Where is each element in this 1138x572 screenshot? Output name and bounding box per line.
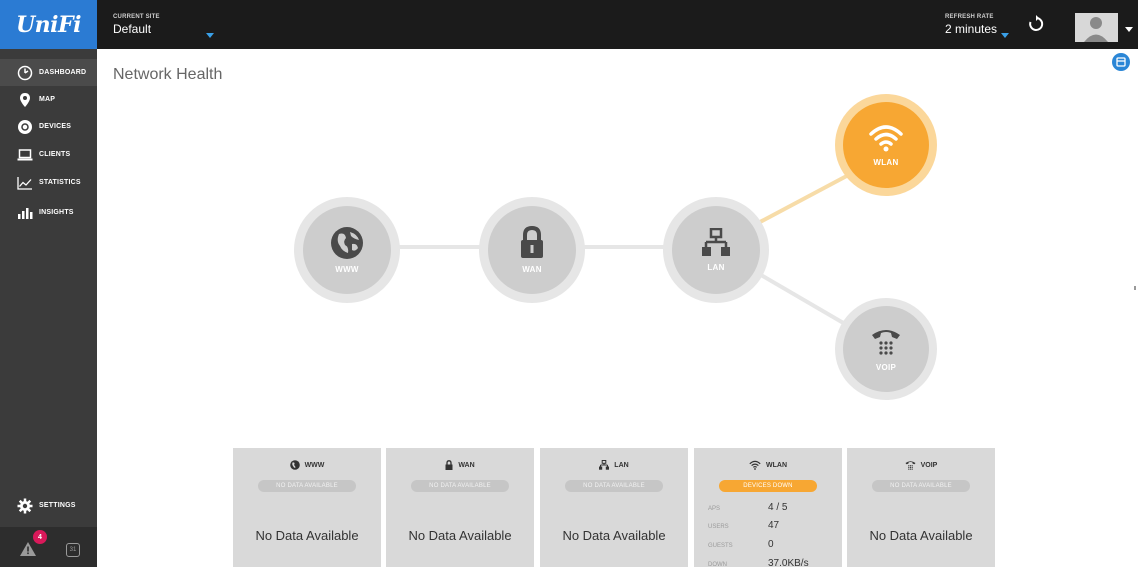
status-badge: DEVICES DOWN xyxy=(719,480,817,492)
card-title: WLAN xyxy=(766,461,787,469)
stat-value: 0 xyxy=(768,539,774,550)
node-label: VOIP xyxy=(875,363,897,372)
stat-row: USERS 47 xyxy=(708,520,828,534)
phone-icon xyxy=(872,330,900,355)
sidebar-footer: 4 31 xyxy=(0,527,97,567)
card-lan[interactable]: LAN NO DATA AVAILABLE No Data Available xyxy=(540,448,688,567)
alert-count-badge: 4 xyxy=(33,530,47,544)
card-header: LAN xyxy=(540,460,688,470)
stat-value: 47 xyxy=(768,520,780,531)
node-label: WAN xyxy=(522,265,542,274)
stat-row: GUESTS 0 xyxy=(708,539,828,553)
avatar[interactable] xyxy=(1075,13,1118,42)
status-badge: NO DATA AVAILABLE xyxy=(258,480,356,492)
node-label: WLAN xyxy=(873,158,899,167)
sidebar-item-label: DEVICES xyxy=(39,123,72,130)
sidebar-item-clients[interactable]: CLIENTS xyxy=(0,141,97,168)
stat-value: 4 / 5 xyxy=(768,502,788,513)
stat-value: 37.0KB/s xyxy=(768,558,809,569)
sidebar-item-label: SETTINGS xyxy=(39,502,76,509)
devices-icon xyxy=(18,119,32,134)
globe-icon xyxy=(331,227,363,259)
site-selector[interactable]: CURRENT SITE Default xyxy=(113,14,160,36)
sidebar-item-label: DASHBOARD xyxy=(39,69,87,76)
sidebar-item-map[interactable]: MAP xyxy=(0,86,97,113)
alert-icon[interactable] xyxy=(20,542,36,556)
user-silhouette-icon xyxy=(1075,13,1118,42)
card-voip[interactable]: VOIP NO DATA AVAILABLE No Data Available xyxy=(847,448,995,567)
stat-key: DOWN xyxy=(708,562,727,568)
site-label: CURRENT SITE xyxy=(113,14,160,20)
stat-row: DOWN 37.0KB/s xyxy=(708,558,828,572)
refresh-value[interactable]: 2 minutes xyxy=(945,22,997,36)
card-header: WWW xyxy=(233,460,381,470)
card-body-text: No Data Available xyxy=(869,528,973,543)
sidebar: DASHBOARD MAP DEVICES CLIENTS STATISTICS… xyxy=(0,49,97,567)
sidebar-item-label: STATISTICS xyxy=(39,179,81,186)
lock-icon xyxy=(521,226,543,258)
line-chart-icon xyxy=(17,176,32,190)
sidebar-item-devices[interactable]: DEVICES xyxy=(0,113,97,140)
bar-chart-icon xyxy=(18,207,33,219)
node-lan[interactable]: LAN xyxy=(663,197,769,303)
network-icon xyxy=(702,228,730,256)
node-www[interactable]: WWW xyxy=(294,197,400,303)
logo-text: UniFi xyxy=(15,11,82,38)
refresh-label: REFRESH RATE xyxy=(945,14,994,20)
card-title: VOIP xyxy=(920,461,938,469)
sidebar-item-settings[interactable]: SETTINGS xyxy=(0,492,97,519)
card-title: WWW xyxy=(304,461,325,469)
calendar-day: 31 xyxy=(69,547,77,553)
laptop-icon xyxy=(17,148,33,160)
top-bar: UniFi CURRENT SITE Default REFRESH RATE … xyxy=(0,0,1138,49)
card-body-text: No Data Available xyxy=(255,528,359,543)
map-pin-icon xyxy=(20,92,30,107)
card-body-text: No Data Available xyxy=(408,528,512,543)
chevron-down-icon[interactable] xyxy=(1001,33,1009,38)
card-title: WAN xyxy=(458,461,475,469)
gear-icon xyxy=(17,498,33,513)
sidebar-item-label: MAP xyxy=(39,96,56,103)
node-label: WWW xyxy=(335,265,359,274)
card-header: WAN xyxy=(386,460,534,470)
globe-icon xyxy=(289,460,300,470)
node-voip[interactable]: VOIP xyxy=(835,298,937,400)
stat-key: GUESTS xyxy=(708,543,733,549)
dashboard-icon xyxy=(17,65,33,80)
unifi-logo[interactable]: UniFi xyxy=(0,0,97,49)
stat-key: USERS xyxy=(708,524,729,530)
phone-icon xyxy=(905,461,916,470)
stat-row: APS 4 / 5 xyxy=(708,502,828,516)
network-health-graph xyxy=(344,152,890,351)
sidebar-item-statistics[interactable]: STATISTICS xyxy=(0,169,97,196)
chevron-down-icon[interactable] xyxy=(1125,27,1133,32)
card-wan[interactable]: WAN NO DATA AVAILABLE No Data Available xyxy=(386,448,534,567)
sidebar-item-insights[interactable]: INSIGHTS xyxy=(0,199,97,226)
card-header: WLAN xyxy=(694,460,842,470)
refresh-rate-selector[interactable]: REFRESH RATE 2 minutes xyxy=(945,14,997,36)
card-header: VOIP xyxy=(847,460,995,470)
card-title: LAN xyxy=(614,461,629,469)
node-label: LAN xyxy=(707,263,725,272)
status-badge: NO DATA AVAILABLE xyxy=(565,480,663,492)
chevron-down-icon[interactable] xyxy=(206,33,214,38)
wifi-icon xyxy=(749,460,761,470)
card-wlan[interactable]: WLAN DEVICES DOWN APS 4 / 5 USERS 47 GUE… xyxy=(694,448,842,569)
sidebar-item-label: INSIGHTS xyxy=(39,209,74,216)
card-www[interactable]: WWW NO DATA AVAILABLE No Data Available xyxy=(233,448,381,567)
node-wlan[interactable]: WLAN xyxy=(835,94,937,196)
sidebar-item-dashboard[interactable]: DASHBOARD xyxy=(0,59,97,86)
lock-icon xyxy=(445,460,453,470)
status-badge: NO DATA AVAILABLE xyxy=(411,480,509,492)
network-icon xyxy=(599,460,610,470)
refresh-icon[interactable] xyxy=(1027,15,1045,33)
stat-key: APS xyxy=(708,506,721,512)
node-wan[interactable]: WAN xyxy=(479,197,585,303)
site-value[interactable]: Default xyxy=(113,22,160,36)
wifi-icon xyxy=(869,125,903,152)
calendar-icon[interactable]: 31 xyxy=(66,543,80,557)
status-badge: NO DATA AVAILABLE xyxy=(872,480,970,492)
sidebar-item-label: CLIENTS xyxy=(39,151,71,158)
card-body-text: No Data Available xyxy=(562,528,666,543)
